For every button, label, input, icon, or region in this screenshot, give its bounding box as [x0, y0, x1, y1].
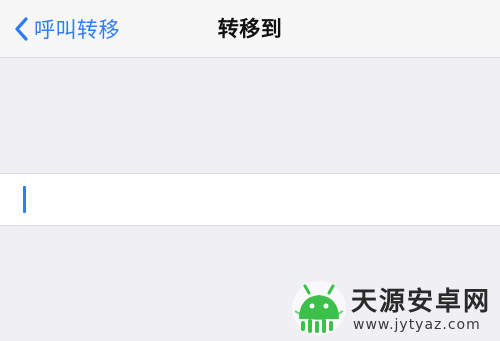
watermark-title: 天源安卓网: [351, 287, 492, 317]
navigation-bar: 呼叫转移 转移到: [0, 0, 500, 58]
android-logo-icon: [289, 279, 349, 337]
page-title: 转移到: [217, 17, 283, 41]
watermark-url: www.jytyaz.com: [353, 317, 481, 333]
site-watermark: 天源安卓网 www.jytyaz.com: [289, 279, 494, 337]
forward-number-input[interactable]: [22, 174, 482, 225]
forward-number-cell: [0, 173, 500, 226]
text-cursor: [23, 186, 26, 213]
